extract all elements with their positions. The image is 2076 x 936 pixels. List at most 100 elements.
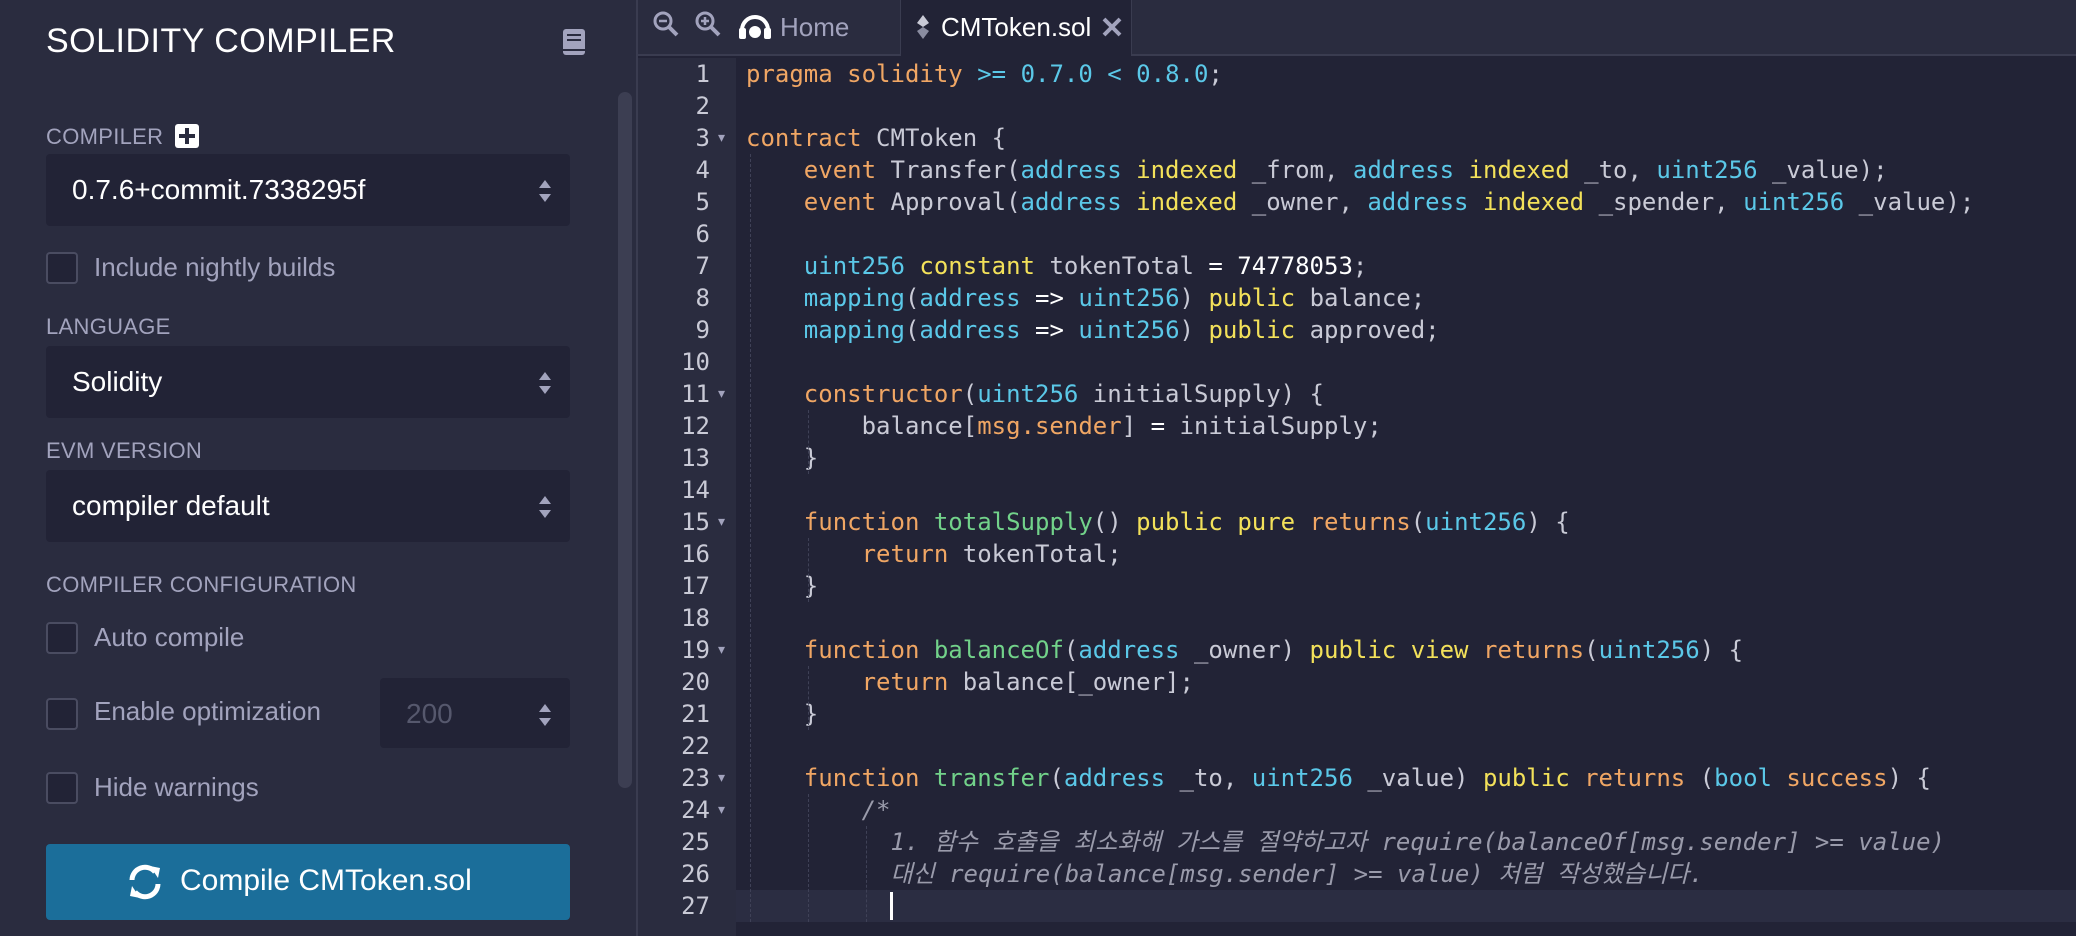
line-number: 6	[695, 220, 710, 248]
code-line[interactable]: balance[msg.sender] = initialSupply;	[746, 410, 1382, 442]
line-number: 24	[681, 796, 710, 824]
solidity-file-icon	[917, 15, 929, 39]
plus-square-icon[interactable]	[175, 124, 199, 148]
line-number: 19	[681, 636, 710, 664]
tab-file-label: CMToken.sol	[941, 12, 1092, 42]
compile-button[interactable]: Compile CMToken.sol	[46, 844, 570, 920]
indent-guide	[750, 154, 751, 922]
code-line[interactable]: mapping(address => uint256) public appro…	[746, 314, 1440, 346]
line-number: 22	[681, 732, 710, 760]
fold-toggle-icon[interactable]: ▾	[718, 794, 730, 826]
remix-logo-icon	[739, 15, 771, 39]
line-number: 27	[681, 892, 710, 920]
line-number: 1	[695, 60, 710, 88]
line-number: 18	[681, 604, 710, 632]
indent-guide	[866, 826, 867, 922]
auto-compile-checkbox[interactable]	[46, 622, 78, 654]
optimization-runs-input[interactable]: 200	[380, 678, 570, 748]
line-number: 17	[681, 572, 710, 600]
line-number: 23	[681, 764, 710, 792]
code-line[interactable]	[746, 890, 891, 922]
book-icon[interactable]	[562, 28, 586, 56]
line-number: 13	[681, 444, 710, 472]
indent-guide	[808, 538, 809, 602]
language-select[interactable]: Solidity	[46, 346, 570, 418]
text-cursor	[890, 892, 893, 920]
code-line[interactable]: contract CMToken {	[746, 122, 1006, 154]
line-number: 12	[681, 412, 710, 440]
code-editor[interactable]: 1 2 3 ▾ 4 5 6 7 8 9 10 11 ▾ 12 13 14 15 ▾ 16 17 18 19 ▾ 20 21 22 2…	[638, 58, 2076, 936]
compiler-version-select[interactable]: 0.7.6+commit.7338295f	[46, 154, 570, 226]
fold-toggle-icon[interactable]: ▾	[718, 506, 730, 538]
code-line[interactable]: 대신 require(balance[msg.sender] >= value)…	[746, 858, 1703, 890]
sort-arrows-icon	[539, 496, 551, 518]
fold-toggle-icon[interactable]: ▾	[718, 122, 730, 154]
tab-bar: Home CMToken.sol	[638, 0, 2076, 56]
code-line[interactable]: 1. 함수 호출을 최소화해 가스를 절약하고자 require(balance…	[746, 826, 1944, 858]
code-line[interactable]: return tokenTotal;	[746, 538, 1122, 570]
line-number: 3	[695, 124, 710, 152]
line-number: 7	[695, 252, 710, 280]
tab-home[interactable]: Home	[738, 0, 898, 56]
code-line[interactable]: mapping(address => uint256) public balan…	[746, 282, 1425, 314]
nightly-builds-checkbox[interactable]	[46, 252, 78, 284]
line-number: 26	[681, 860, 710, 888]
code-line[interactable]: function balanceOf(address _owner) publi…	[746, 634, 1743, 666]
line-number: 4	[695, 156, 710, 184]
code-line[interactable]: event Approval(address indexed _owner, a…	[746, 186, 1974, 218]
nightly-builds-label: Include nightly builds	[94, 252, 336, 282]
zoom-in-icon[interactable]	[694, 10, 722, 38]
panel-title: SOLIDITY COMPILER	[46, 22, 396, 60]
fold-toggle-icon[interactable]: ▾	[718, 378, 730, 410]
fold-toggle-icon[interactable]: ▾	[718, 762, 730, 794]
fold-toggle-icon[interactable]: ▾	[718, 634, 730, 666]
compiler-version-value: 0.7.6+commit.7338295f	[72, 174, 366, 205]
code-line[interactable]: /*	[746, 794, 891, 826]
optimization-checkbox[interactable]	[46, 698, 78, 730]
code-line[interactable]: function transfer(address _to, uint256 _…	[746, 762, 1931, 794]
indent-guide	[808, 666, 809, 730]
hide-warnings-label: Hide warnings	[94, 772, 259, 802]
line-number: 9	[695, 316, 710, 344]
optimization-label: Enable optimization	[94, 696, 321, 726]
compile-button-label: Compile CMToken.sol	[180, 864, 472, 897]
code-line[interactable]: uint256 constant tokenTotal = 74778053;	[746, 250, 1368, 282]
evm-version-label: EVM VERSION	[46, 438, 203, 463]
line-number: 14	[681, 476, 710, 504]
zoom-out-icon[interactable]	[652, 10, 680, 38]
sort-arrows-icon	[539, 372, 551, 394]
optimization-runs-value: 200	[406, 698, 453, 729]
line-number: 8	[695, 284, 710, 312]
stepper-arrows-icon[interactable]	[538, 702, 552, 728]
line-number: 5	[695, 188, 710, 216]
line-number: 11	[681, 380, 710, 408]
code-line[interactable]: event Transfer(address indexed _from, ad…	[746, 154, 1888, 186]
line-number: 2	[695, 92, 710, 120]
code-line[interactable]: function totalSupply() public pure retur…	[746, 506, 1570, 538]
indent-guide	[808, 410, 809, 474]
line-number: 21	[681, 700, 710, 728]
evm-version-value: compiler default	[72, 490, 270, 521]
panel-scrollbar[interactable]	[618, 92, 632, 788]
line-number-gutter: 1 2 3 ▾ 4 5 6 7 8 9 10 11 ▾ 12 13 14 15 ▾ 16 17 18 19 ▾ 20 21 22 2…	[638, 58, 736, 936]
close-icon[interactable]	[1101, 16, 1123, 38]
code-line[interactable]: constructor(uint256 initialSupply) {	[746, 378, 1324, 410]
compiler-panel: SOLIDITY COMPILER COMPILER 0.7.6+commit.…	[0, 0, 636, 936]
code-line[interactable]: pragma solidity >= 0.7.0 < 0.8.0;	[746, 58, 1223, 90]
line-number: 20	[681, 668, 710, 696]
evm-version-select[interactable]: compiler default	[46, 470, 570, 542]
compiler-label: COMPILER	[46, 124, 164, 149]
code-line[interactable]: return balance[_owner];	[746, 666, 1194, 698]
hide-warnings-checkbox[interactable]	[46, 772, 78, 804]
refresh-icon	[129, 864, 161, 900]
line-number: 16	[681, 540, 710, 568]
line-number: 25	[681, 828, 710, 856]
line-number: 15	[681, 508, 710, 536]
tab-cmtoken-sol[interactable]: CMToken.sol	[900, 0, 1132, 56]
sort-arrows-icon	[539, 180, 551, 202]
auto-compile-label: Auto compile	[94, 622, 245, 652]
language-value: Solidity	[72, 366, 163, 397]
compiler-config-label: COMPILER CONFIGURATION	[46, 572, 357, 597]
tab-home-label: Home	[780, 12, 850, 42]
indent-guide	[808, 794, 809, 922]
